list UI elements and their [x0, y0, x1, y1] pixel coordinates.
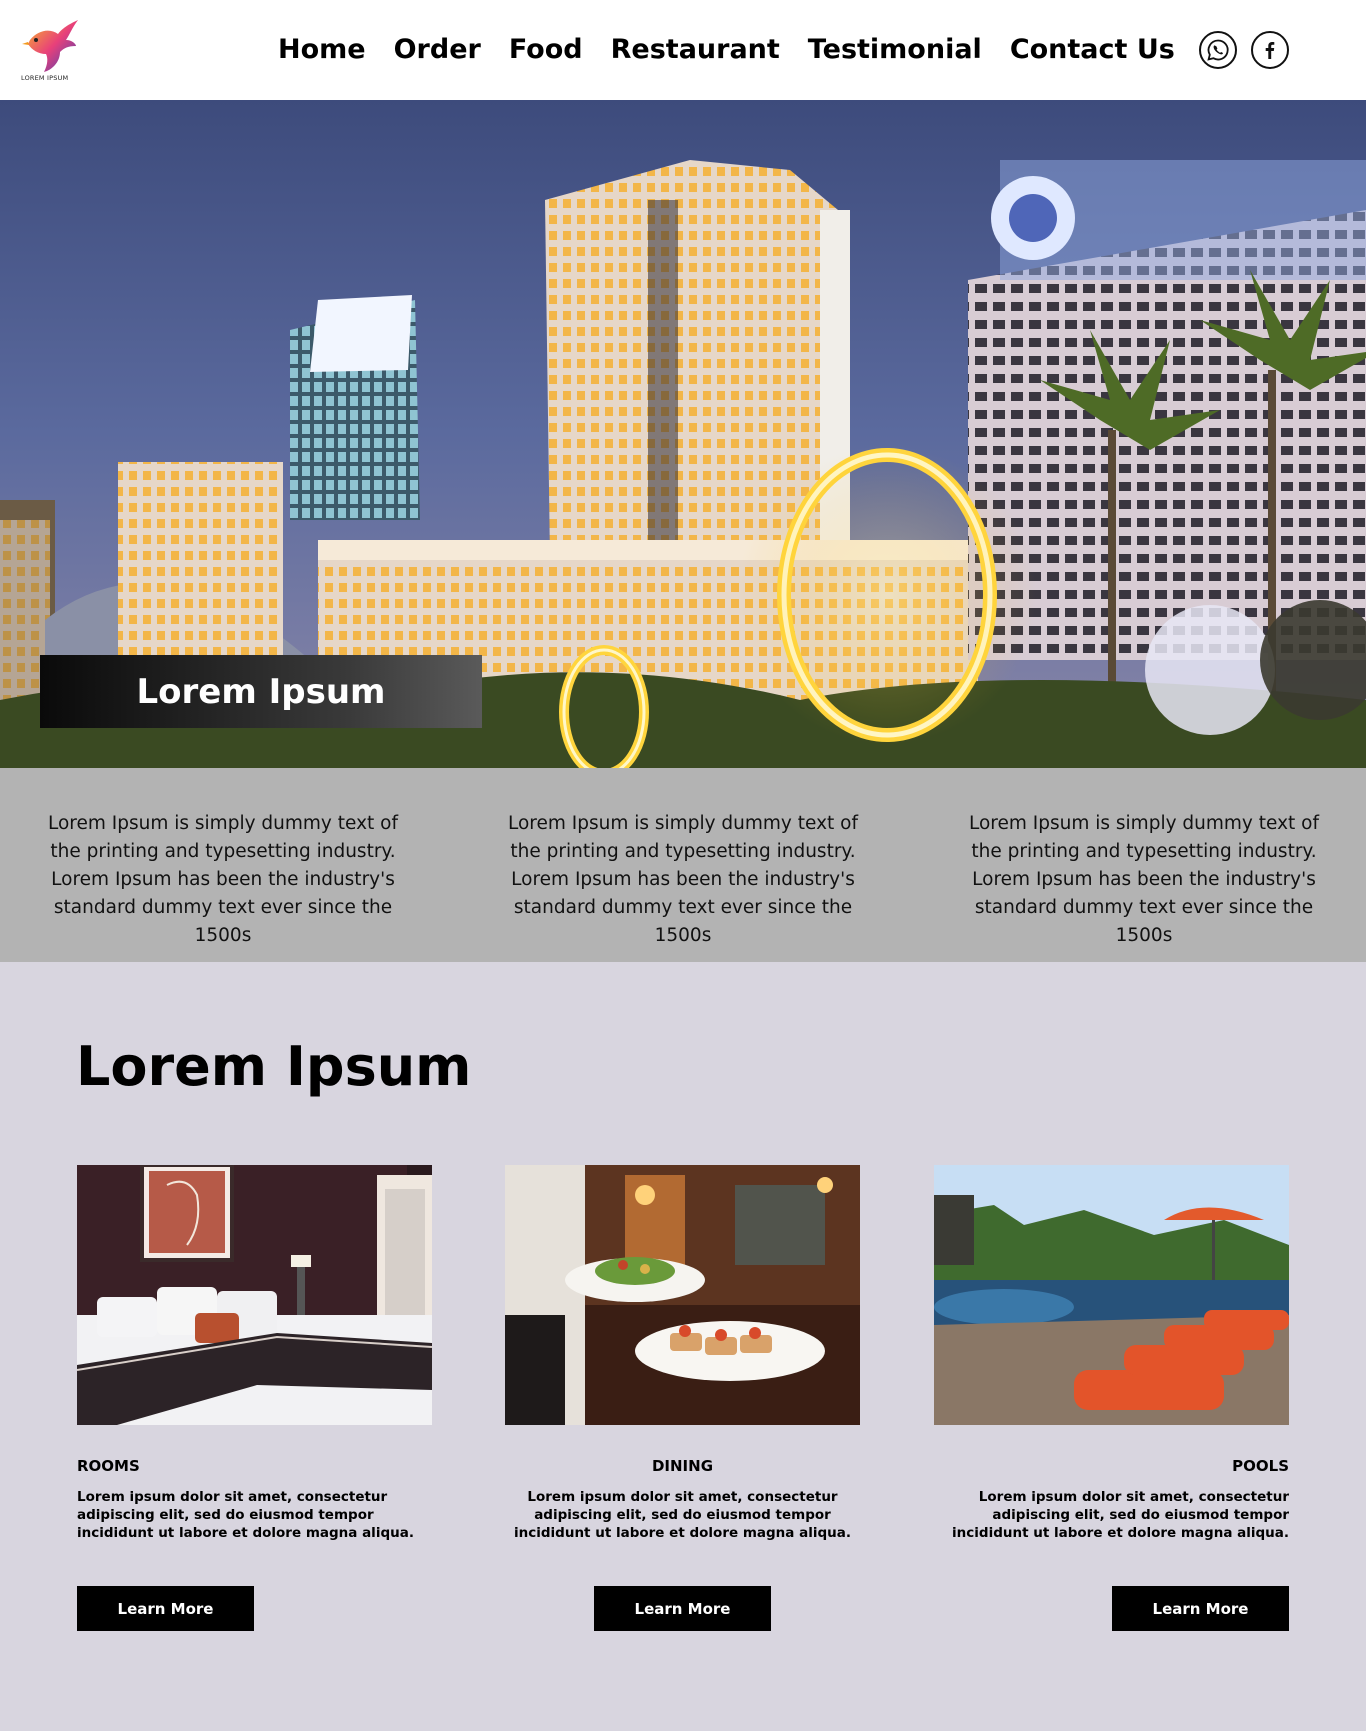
facebook-icon [1265, 42, 1275, 59]
rooms-learn-more-button[interactable]: Learn More [77, 1586, 254, 1631]
nav-contact-us[interactable]: Contact Us [996, 30, 1189, 70]
nav-restaurant[interactable]: Restaurant [597, 30, 794, 70]
section-title: Lorem Ipsum [76, 1035, 472, 1098]
dining-title: DINING [651, 1457, 714, 1475]
nav-testimonial[interactable]: Testimonial [794, 30, 996, 70]
pools-image [934, 1165, 1289, 1425]
nav-home[interactable]: Home [264, 30, 380, 70]
pools-learn-more-button[interactable]: Learn More [1112, 1586, 1289, 1631]
pool-photo [934, 1165, 1289, 1425]
whatsapp-icon [1207, 39, 1229, 61]
rooms-title: ROOMS [77, 1457, 140, 1475]
intro-text-2: Lorem Ipsum is simply dummy text of the … [508, 813, 858, 946]
logo-text: LOREM IPSUM [21, 74, 69, 82]
dining-learn-more-button[interactable]: Learn More [594, 1586, 771, 1631]
rooms-image [77, 1165, 432, 1425]
whatsapp-button[interactable] [1199, 31, 1237, 69]
bird-logo-icon [22, 20, 78, 72]
hero-banner-text: Lorem Ipsum [136, 671, 386, 712]
hero-image: Lorem Ipsum [0, 100, 1366, 768]
dining-description: Lorem ipsum dolor sit amet, consectetur … [514, 1489, 851, 1541]
rooms-description: Lorem ipsum dolor sit amet, consectetur … [77, 1489, 414, 1541]
pools-title: POOLS [1232, 1457, 1289, 1475]
main-nav: Home Order Food Restaurant Testimonial C… [264, 30, 1189, 70]
nav-food[interactable]: Food [495, 30, 597, 70]
dining-photo [505, 1165, 860, 1425]
hero-banner: Lorem Ipsum [40, 655, 482, 728]
bedroom-photo [77, 1165, 432, 1425]
intro-text-3: Lorem Ipsum is simply dummy text of the … [969, 813, 1319, 946]
intro-strip: Lorem Ipsum is simply dummy text of the … [0, 768, 1366, 962]
nav-order[interactable]: Order [380, 30, 495, 70]
pools-description: Lorem ipsum dolor sit amet, consectetur … [952, 1489, 1289, 1541]
facebook-button[interactable] [1251, 31, 1289, 69]
intro-text-1: Lorem Ipsum is simply dummy text of the … [48, 813, 398, 946]
dining-image [505, 1165, 860, 1425]
site-header: LOREM IPSUM Home Order Food Restaurant T… [0, 0, 1366, 100]
logo[interactable]: LOREM IPSUM [20, 18, 82, 86]
